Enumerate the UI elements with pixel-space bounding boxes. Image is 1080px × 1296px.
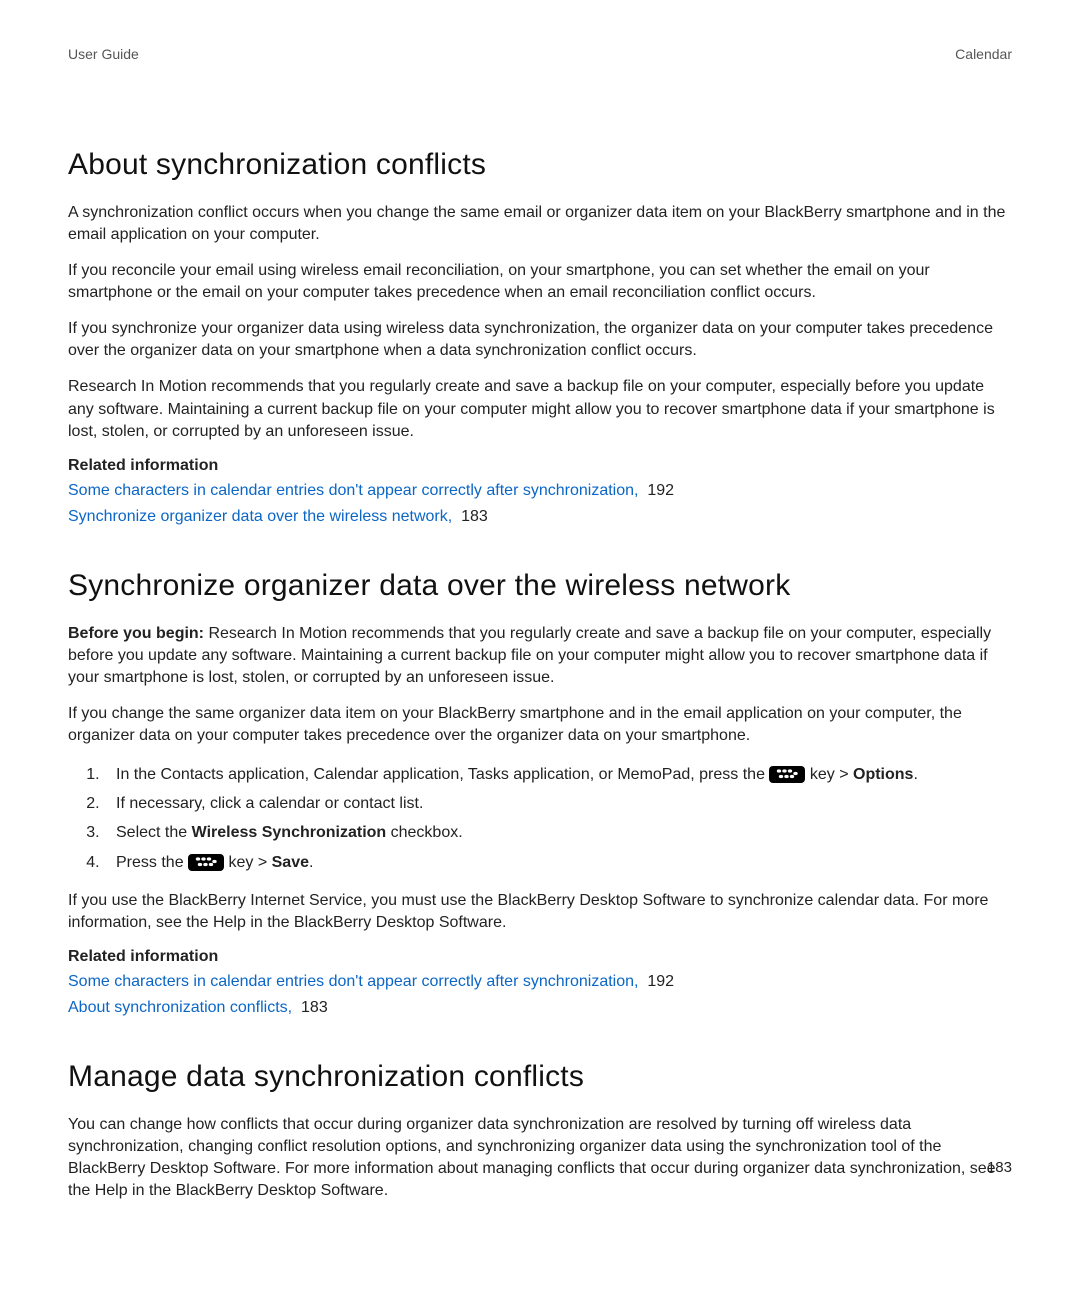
sync-related-2: About synchronization conflicts, 183 <box>68 996 1012 1020</box>
blackberry-key-icon <box>769 766 805 783</box>
about-related-1: Some characters in calendar entries don'… <box>68 479 1012 503</box>
sync-related-page-1: 192 <box>643 973 674 990</box>
sync-before: Before you begin: Research In Motion rec… <box>68 623 1012 689</box>
sync-before-label: Before you begin: <box>68 625 208 642</box>
about-p4: Research In Motion recommends that you r… <box>68 376 1012 442</box>
sync-step-2: If necessary, click a calendar or contac… <box>104 790 1012 817</box>
blackberry-key-icon <box>188 854 224 871</box>
about-related-page-2: 183 <box>457 508 488 525</box>
sync-step-4b: key > <box>228 854 271 871</box>
section-title-manage: Manage data synchronization conflicts <box>68 1060 1012 1094</box>
page: User Guide Calendar About synchronizatio… <box>0 0 1080 1296</box>
sync-related-link-1[interactable]: Some characters in calendar entries don'… <box>68 973 638 990</box>
sync-step-3c: checkbox. <box>386 824 462 841</box>
about-p2: If you reconcile your email using wirele… <box>68 260 1012 304</box>
sync-related-1: Some characters in calendar entries don'… <box>68 970 1012 994</box>
about-p1: A synchronization conflict occurs when y… <box>68 202 1012 246</box>
section-title-about: About synchronization conflicts <box>68 148 1012 182</box>
header-right: Calendar <box>955 46 1012 62</box>
sync-step-1c: Options <box>853 766 913 783</box>
manage-p1: You can change how conflicts that occur … <box>68 1114 1012 1202</box>
sync-step-4a: Press the <box>116 854 188 871</box>
sync-after: If you use the BlackBerry Internet Servi… <box>68 890 1012 934</box>
header-left: User Guide <box>68 46 139 62</box>
about-related-2: Synchronize organizer data over the wire… <box>68 505 1012 529</box>
about-related-heading: Related information <box>68 457 1012 475</box>
sync-step-3a: Select the <box>116 824 192 841</box>
section-title-sync: Synchronize organizer data over the wire… <box>68 569 1012 603</box>
page-number: 183 <box>987 1159 1012 1176</box>
sync-step-1d: . <box>913 766 917 783</box>
header: User Guide Calendar <box>68 46 1012 62</box>
about-p3: If you synchronize your organizer data u… <box>68 318 1012 362</box>
sync-related-link-2[interactable]: About synchronization conflicts, <box>68 999 292 1016</box>
sync-step-3b: Wireless Synchronization <box>192 824 387 841</box>
about-related-link-1[interactable]: Some characters in calendar entries don'… <box>68 482 638 499</box>
sync-related-page-2: 183 <box>297 999 328 1016</box>
about-related-page-1: 192 <box>643 482 674 499</box>
sync-step-4: Press the key > Save. <box>104 849 1012 876</box>
sync-p2: If you change the same organizer data it… <box>68 703 1012 747</box>
sync-step-3: Select the Wireless Synchronization chec… <box>104 819 1012 846</box>
sync-step-1b: key > <box>810 766 853 783</box>
sync-steps: In the Contacts application, Calendar ap… <box>68 761 1012 876</box>
sync-related-heading: Related information <box>68 948 1012 966</box>
sync-step-4c: Save <box>272 854 309 871</box>
sync-step-1a: In the Contacts application, Calendar ap… <box>116 766 769 783</box>
sync-step-4d: . <box>309 854 313 871</box>
about-related-link-2[interactable]: Synchronize organizer data over the wire… <box>68 508 452 525</box>
sync-step-1: In the Contacts application, Calendar ap… <box>104 761 1012 788</box>
